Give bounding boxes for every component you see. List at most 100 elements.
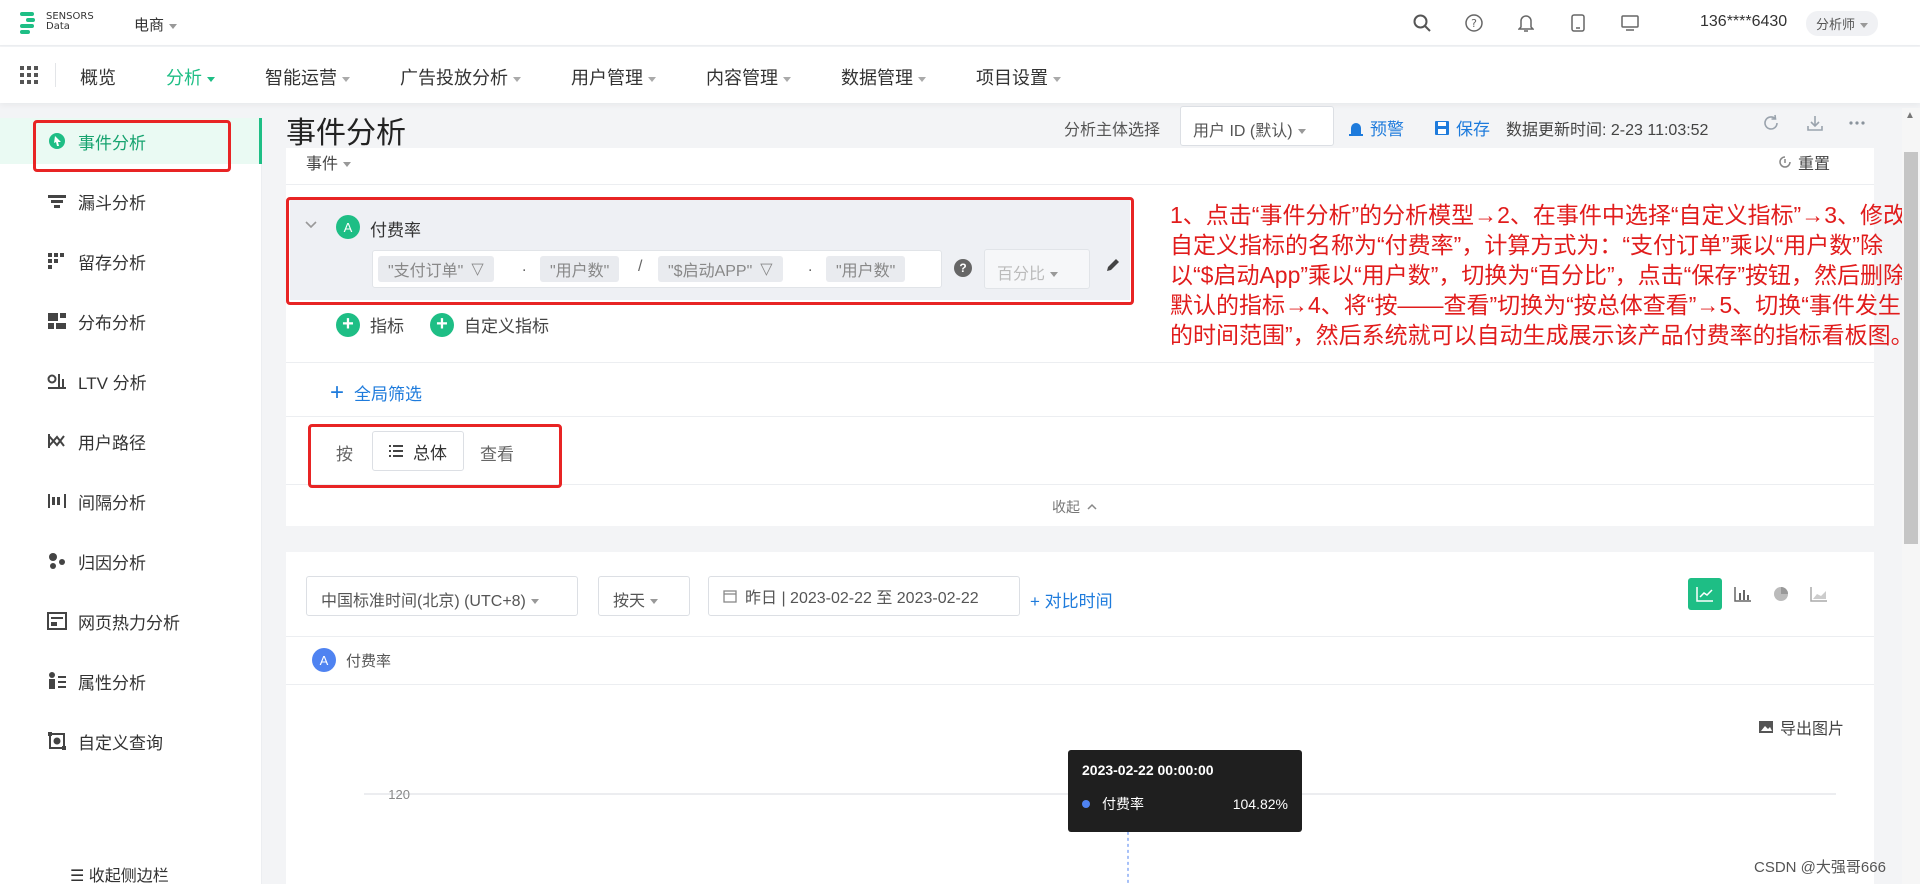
line-chart-icon[interactable]: [1688, 578, 1722, 610]
timezone-value: 中国标准时间(北京) (UTC+8): [321, 593, 526, 610]
nav-item-1[interactable]: 分析: [166, 64, 215, 90]
collapse-query-button[interactable]: 收起: [1052, 497, 1098, 517]
divider: [286, 362, 1874, 363]
top-bar: SENSORS Data 电商 ? 136****6430 分析师: [0, 0, 1920, 46]
subject-select[interactable]: 用户 ID (默认): [1180, 106, 1334, 146]
retention-icon: [46, 250, 68, 272]
apps-grid-icon[interactable]: [20, 66, 38, 84]
sensors-data-logo[interactable]: SENSORS Data: [20, 10, 94, 34]
area-chart-icon[interactable]: [1802, 578, 1836, 610]
granularity-select[interactable]: 按天: [598, 576, 690, 616]
role-badge[interactable]: 分析师: [1806, 11, 1879, 36]
nav-item-5[interactable]: 内容管理: [706, 64, 791, 90]
timezone-select[interactable]: 中国标准时间(北京) (UTC+8): [306, 576, 578, 616]
divider: [286, 184, 1874, 185]
pie-chart-icon[interactable]: [1764, 578, 1798, 610]
series-legend[interactable]: A 付费率: [312, 648, 391, 672]
role-label: 分析师: [1816, 17, 1856, 32]
plus-icon: +: [430, 312, 454, 337]
bell-icon[interactable]: [1514, 12, 1538, 34]
nav-item-label: 用户管理: [571, 68, 643, 88]
highlight-box-custom-metric: [286, 197, 1134, 305]
sidebar-item-label: 分布分析: [78, 313, 146, 333]
plus-icon: +: [336, 312, 360, 337]
download-icon[interactable]: [1806, 114, 1828, 136]
event-section-label: 事件: [306, 156, 339, 173]
sidebar-item-label: 间隔分析: [78, 493, 146, 513]
collapse-sidebar-button[interactable]: ☰ 收起侧边栏: [70, 862, 169, 884]
collapse-sidebar-label: 收起侧边栏: [88, 868, 169, 884]
subject-label: 分析主体选择: [1064, 122, 1161, 139]
divider: [286, 636, 1874, 637]
nav-item-label: 内容管理: [706, 68, 778, 88]
refresh-icon[interactable]: [1762, 114, 1784, 136]
save-button[interactable]: 保存: [1434, 115, 1490, 140]
interval-icon: [46, 490, 68, 512]
phone-icon[interactable]: [1566, 12, 1590, 34]
main-nav: 概览 分析 智能运营 广告投放分析 用户管理 内容管理 数据管理 项目设置: [0, 47, 1920, 103]
sidebar-item-9[interactable]: 属性分析: [0, 658, 262, 704]
tutorial-annotation: 1、点击“事件分析”的分析模型→2、在事件中选择“自定义指标”→3、修改自定义指…: [1170, 202, 1914, 348]
sidebar-item-4[interactable]: LTV 分析: [0, 358, 262, 404]
more-icon[interactable]: [1848, 114, 1870, 136]
chevron-down-icon: [650, 599, 659, 605]
attribution-icon: [46, 550, 68, 572]
reset-label: 重置: [1798, 156, 1831, 173]
sidebar-item-7[interactable]: 归因分析: [0, 538, 262, 584]
help-icon[interactable]: ?: [1462, 12, 1486, 34]
scrollbar-thumb[interactable]: [1904, 152, 1918, 544]
funnel-icon: [46, 190, 68, 212]
sidebar-item-6[interactable]: 间隔分析: [0, 478, 262, 524]
sidebar-item-2[interactable]: 留存分析: [0, 238, 262, 284]
divider: [286, 684, 1874, 685]
nav-item-label: 广告投放分析: [400, 68, 508, 88]
nav-item-6[interactable]: 数据管理: [841, 64, 926, 90]
logo-mark-icon: [20, 10, 40, 34]
nav-item-3[interactable]: 广告投放分析: [400, 64, 521, 90]
scroll-up-icon[interactable]: ▲: [1905, 110, 1915, 121]
data-update-time: 数据更新时间: 2-23 11:03:52: [1506, 122, 1709, 139]
nav-item-2[interactable]: 智能运营: [265, 64, 350, 90]
sidebar-item-8[interactable]: 网页热力分析: [0, 598, 262, 644]
chevron-down-icon: [342, 76, 350, 82]
series-color-dot: [1082, 800, 1090, 808]
nav-item-4[interactable]: 用户管理: [571, 64, 656, 90]
sidebar-item-5[interactable]: 用户路径: [0, 418, 262, 464]
user-path-icon: [46, 430, 68, 452]
reset-icon: [1779, 156, 1791, 168]
highlight-box-group-by: [308, 424, 562, 488]
tooltip-title: 2023-02-22 00:00:00: [1082, 762, 1214, 778]
sidebar-item-10[interactable]: 自定义查询: [0, 718, 262, 764]
add-metric-button[interactable]: + 指标: [336, 312, 404, 337]
date-range-value: 昨日 | 2023-02-22 至 2023-02-22: [745, 590, 979, 607]
project-switcher[interactable]: 电商: [134, 14, 178, 35]
svg-text:?: ?: [1471, 17, 1477, 30]
sidebar-item-label: 留存分析: [78, 253, 146, 273]
save-label: 保存: [1456, 120, 1490, 139]
monitor-icon[interactable]: [1618, 12, 1642, 34]
nav-item-label: 项目设置: [976, 68, 1048, 88]
user-account[interactable]: 136****6430: [1700, 13, 1787, 31]
sidebar-item-label: 网页热力分析: [78, 613, 180, 633]
nav-item-0[interactable]: 概览: [80, 64, 116, 90]
add-custom-metric-button[interactable]: + 自定义指标: [430, 312, 549, 337]
chevron-down-icon: [918, 76, 926, 82]
attribute-icon: [46, 670, 68, 692]
nav-item-7[interactable]: 项目设置: [976, 64, 1061, 90]
subject-value: 用户 ID (默认): [1193, 123, 1293, 140]
alert-button[interactable]: 预警: [1348, 115, 1404, 140]
reset-button[interactable]: 重置: [1778, 150, 1830, 174]
collapse-sidebar-icon: ☰: [70, 868, 85, 884]
tooltip-series-label: 付费率: [1102, 796, 1144, 812]
alert-label: 预警: [1370, 120, 1404, 139]
sidebar-item-1[interactable]: 漏斗分析: [0, 178, 262, 224]
global-filter-button[interactable]: + 全局筛选: [330, 380, 422, 405]
compare-time-button[interactable]: + 对比时间: [1030, 587, 1113, 612]
bar-chart-icon[interactable]: [1726, 578, 1760, 610]
event-section-toggle[interactable]: 事件: [306, 150, 352, 174]
date-range-picker[interactable]: 昨日 | 2023-02-22 至 2023-02-22: [708, 576, 1020, 616]
sidebar-item-label: 自定义查询: [78, 733, 163, 753]
sidebar-item-label: LTV 分析: [78, 373, 147, 393]
search-icon[interactable]: [1410, 12, 1434, 34]
sidebar-item-3[interactable]: 分布分析: [0, 298, 262, 344]
